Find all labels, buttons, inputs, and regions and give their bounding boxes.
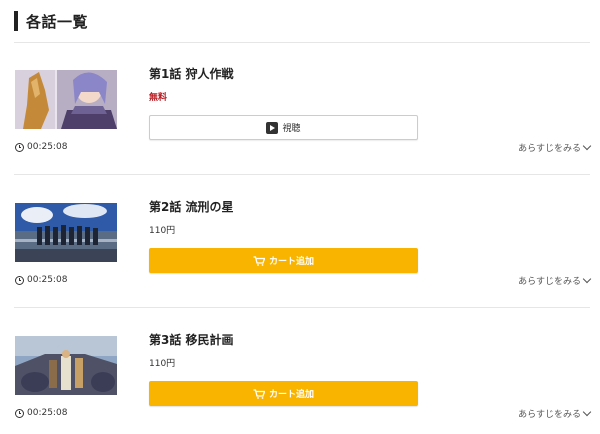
synopsis-toggle[interactable]: あらすじをみる <box>518 407 592 420</box>
clock-icon <box>15 275 24 285</box>
episode-thumbnail[interactable] <box>15 336 117 395</box>
thumbnail-image <box>15 203 117 262</box>
cart-icon <box>253 388 265 399</box>
chevron-down-icon <box>582 274 592 284</box>
episode-title: 第1話 狩人作戦 <box>149 67 234 81</box>
episode-thumbnail[interactable] <box>15 203 117 262</box>
clock-icon <box>15 408 24 418</box>
episode-duration: 00:25:08 <box>15 275 67 285</box>
synopsis-toggle[interactable]: あらすじをみる <box>518 274 592 287</box>
episode-item-3: 00:25:08 第3話 移民計画 110円 カート追加 あらすじをみる <box>0 309 600 434</box>
duration-text: 00:25:08 <box>27 275 68 285</box>
episode-duration: 00:25:08 <box>15 408 67 418</box>
episode-title: 第2話 流刑の星 <box>149 200 234 214</box>
section-accent-bar <box>14 11 18 31</box>
add-to-cart-button[interactable]: カート追加 <box>149 381 418 406</box>
cart-button-label: カート追加 <box>268 257 314 267</box>
cart-icon <box>253 255 265 266</box>
duration-text: 00:25:08 <box>27 408 68 418</box>
episode-price: 110円 <box>149 226 176 236</box>
duration-text: 00:25:08 <box>27 142 68 152</box>
chevron-down-icon <box>582 141 592 151</box>
synopsis-label: あらすじをみる <box>518 144 581 154</box>
section-header: 各話一覧 <box>14 10 88 32</box>
clock-icon <box>15 142 24 152</box>
synopsis-label: あらすじをみる <box>518 410 581 420</box>
play-icon <box>266 121 279 134</box>
section-title: 各話一覧 <box>26 12 89 31</box>
episode-price: 110円 <box>149 359 176 369</box>
thumbnail-image <box>15 336 117 395</box>
episode-price: 無料 <box>149 93 168 103</box>
synopsis-toggle[interactable]: あらすじをみる <box>518 141 592 154</box>
cart-button-label: カート追加 <box>268 390 314 400</box>
watch-button[interactable]: 視聴 <box>149 115 418 140</box>
thumbnail-image <box>15 70 117 129</box>
add-to-cart-button[interactable]: カート追加 <box>149 248 418 273</box>
chevron-down-icon <box>582 407 592 417</box>
episode-title: 第3話 移民計画 <box>149 333 234 347</box>
watch-button-label: 視聴 <box>282 124 301 134</box>
episode-divider <box>14 307 590 308</box>
episode-item-2: 00:25:08 第2話 流刑の星 110円 カート追加 あらすじをみる <box>0 176 600 308</box>
synopsis-label: あらすじをみる <box>518 277 581 287</box>
episode-duration: 00:25:08 <box>15 142 67 152</box>
episode-item-1: 00:25:08 第1話 狩人作戦 無料 視聴 あらすじをみる <box>0 43 600 175</box>
episode-thumbnail[interactable] <box>15 70 117 129</box>
episode-divider <box>14 174 590 175</box>
